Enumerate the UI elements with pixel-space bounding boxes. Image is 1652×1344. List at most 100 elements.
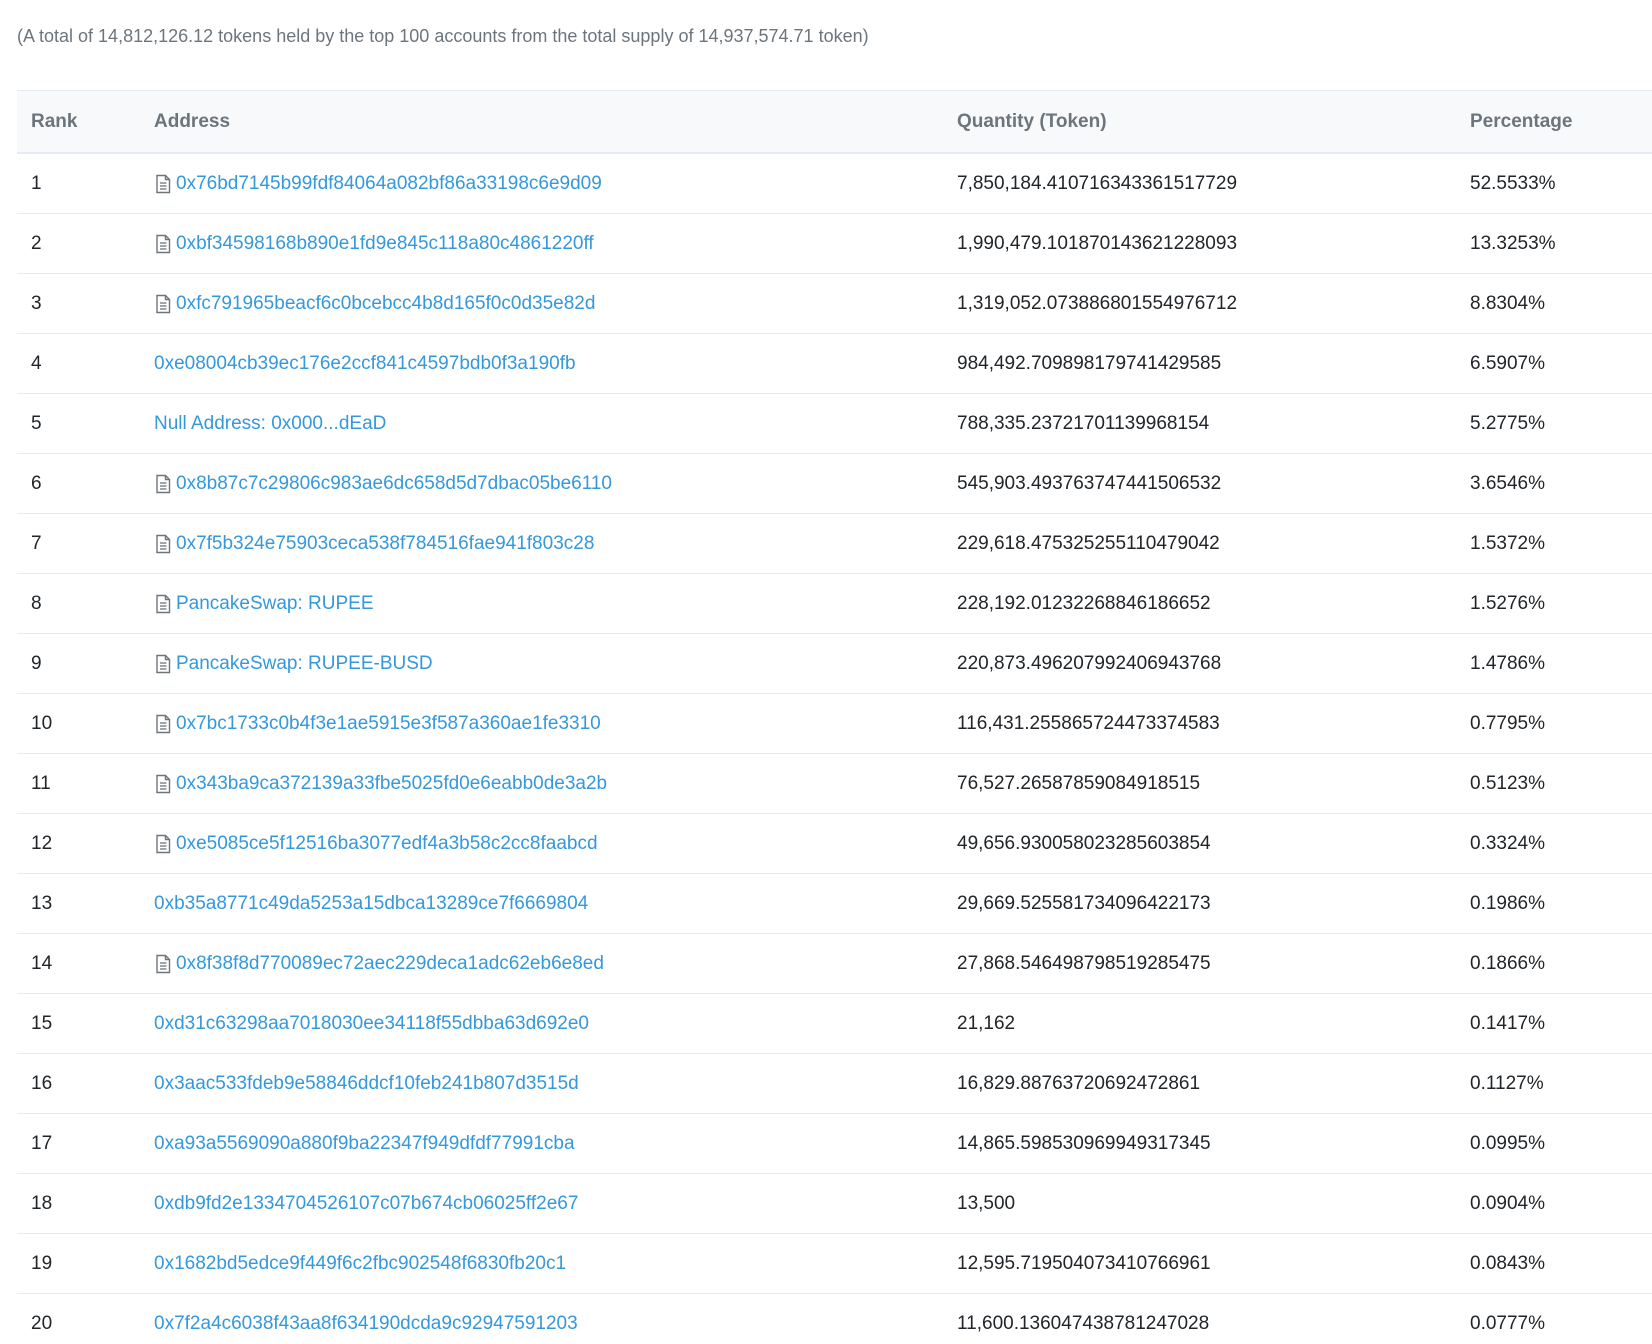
table-row: 2 0xbf34598168b890e1fd9e845c118a80c486122… xyxy=(17,214,1652,274)
quantity-cell: 13,500 xyxy=(957,1192,1016,1214)
address-link[interactable]: 0x8b87c7c29806c983ae6dc658d5d7dbac05be61… xyxy=(176,473,612,495)
address-link[interactable]: 0xb35a8771c49da5253a15dbca13289ce7f66698… xyxy=(154,893,588,915)
address-cell: PancakeSwap: RUPEE-BUSD xyxy=(154,634,433,693)
rank-cell: 13 xyxy=(31,892,53,914)
quantity-cell: 545,903.493763747441506532 xyxy=(957,472,1222,494)
percentage-cell: 52.5533% xyxy=(1470,172,1556,194)
document-icon xyxy=(154,654,172,674)
rank-cell: 6 xyxy=(31,472,42,494)
address-cell: Null Address: 0x000...dEaD xyxy=(154,394,386,453)
table-header: Rank Address Quantity (Token) Percentage xyxy=(17,90,1652,154)
rank-cell: 4 xyxy=(31,352,42,374)
holders-table: Rank Address Quantity (Token) Percentage… xyxy=(17,90,1652,1344)
address-link[interactable]: 0xa93a5569090a880f9ba22347f949dfdf77991c… xyxy=(154,1133,575,1155)
address-link[interactable]: 0x76bd7145b99fdf84064a082bf86a33198c6e9d… xyxy=(176,173,602,195)
quantity-cell: 229,618.475325255110479042 xyxy=(957,532,1220,554)
address-link[interactable]: 0xbf34598168b890e1fd9e845c118a80c4861220… xyxy=(176,233,594,255)
address-link[interactable]: 0xdb9fd2e1334704526107c07b674cb06025ff2e… xyxy=(154,1193,578,1215)
rank-cell: 1 xyxy=(31,172,42,194)
percentage-cell: 0.0777% xyxy=(1470,1312,1546,1334)
document-icon xyxy=(154,234,172,254)
address-link[interactable]: 0x3aac533fdeb9e58846ddcf10feb241b807d351… xyxy=(154,1073,579,1095)
table-row: 15 0xd31c63298aa7018030ee34118f55dbba63d6… xyxy=(17,994,1652,1054)
address-cell: 0x7f5b324e75903ceca538f784516fae941f803c… xyxy=(154,514,594,573)
address-link[interactable]: PancakeSwap: RUPEE xyxy=(176,593,374,615)
percentage-cell: 0.3324% xyxy=(1470,832,1546,854)
address-cell: 0x7f2a4c6038f43aa8f634190dcda9c929475912… xyxy=(154,1294,578,1344)
table-row: 17 0xa93a5569090a880f9ba22347f949dfdf7799… xyxy=(17,1114,1652,1174)
rank-cell: 17 xyxy=(31,1132,53,1154)
address-cell: 0x8b87c7c29806c983ae6dc658d5d7dbac05be61… xyxy=(154,454,612,513)
quantity-cell: 21,162 xyxy=(957,1012,1016,1034)
quantity-cell: 76,527.26587859084918515 xyxy=(957,772,1201,794)
rank-cell: 2 xyxy=(31,232,42,254)
rank-cell: 11 xyxy=(31,772,51,794)
table-row: 11 0x343ba9ca372139a33fbe5025fd0e6eabb0de… xyxy=(17,754,1652,814)
address-link[interactable]: 0xd31c63298aa7018030ee34118f55dbba63d692… xyxy=(154,1013,589,1035)
header-address: Address xyxy=(154,110,231,132)
document-icon xyxy=(154,174,172,194)
header-percentage: Percentage xyxy=(1470,110,1573,132)
address-link[interactable]: 0x7bc1733c0b4f3e1ae5915e3f587a360ae1fe33… xyxy=(176,713,601,735)
address-link[interactable]: PancakeSwap: RUPEE-BUSD xyxy=(176,653,433,675)
document-icon xyxy=(154,954,172,974)
table-row: 9 PancakeSwap: RUPEE-BUSD 220,873.49620799… xyxy=(17,634,1652,694)
rank-cell: 10 xyxy=(31,712,53,734)
quantity-cell: 27,868.546498798519285475 xyxy=(957,952,1211,974)
address-cell: 0xdb9fd2e1334704526107c07b674cb06025ff2e… xyxy=(154,1174,578,1233)
rank-cell: 3 xyxy=(31,292,42,314)
percentage-cell: 0.1417% xyxy=(1470,1012,1546,1034)
document-icon xyxy=(154,774,172,794)
address-cell: 0xd31c63298aa7018030ee34118f55dbba63d692… xyxy=(154,994,589,1053)
document-icon xyxy=(154,294,172,314)
table-row: 5 Null Address: 0x000...dEaD 788,335.23721… xyxy=(17,394,1652,454)
table-row: 10 0x7bc1733c0b4f3e1ae5915e3f587a360ae1fe… xyxy=(17,694,1652,754)
document-icon xyxy=(154,834,172,854)
percentage-cell: 6.5907% xyxy=(1470,352,1546,374)
rank-cell: 20 xyxy=(31,1312,53,1334)
quantity-cell: 29,669.525581734096422173 xyxy=(957,892,1211,914)
table-row: 8 PancakeSwap: RUPEE 228,192.0123226884618… xyxy=(17,574,1652,634)
percentage-cell: 0.1866% xyxy=(1470,952,1546,974)
quantity-cell: 228,192.01232268846186652 xyxy=(957,592,1211,614)
rank-cell: 9 xyxy=(31,652,42,674)
percentage-cell: 0.0995% xyxy=(1470,1132,1546,1154)
table-row: 12 0xe5085ce5f12516ba3077edf4a3b58c2cc8fa… xyxy=(17,814,1652,874)
address-link[interactable]: 0xe08004cb39ec176e2ccf841c4597bdb0f3a190… xyxy=(154,353,576,375)
address-link[interactable]: 0x1682bd5edce9f449f6c2fbc902548f6830fb20… xyxy=(154,1253,566,1275)
address-link[interactable]: 0xfc791965beacf6c0bcebcc4b8d165f0c0d35e8… xyxy=(176,293,595,315)
table-row: 20 0x7f2a4c6038f43aa8f634190dcda9c9294759… xyxy=(17,1294,1652,1344)
address-cell: 0x1682bd5edce9f449f6c2fbc902548f6830fb20… xyxy=(154,1234,566,1293)
address-cell: PancakeSwap: RUPEE xyxy=(154,574,374,633)
document-icon xyxy=(154,534,172,554)
table-row: 7 0x7f5b324e75903ceca538f784516fae941f803… xyxy=(17,514,1652,574)
holders-summary: (A total of 14,812,126.12 tokens held by… xyxy=(17,26,869,46)
percentage-cell: 1.5372% xyxy=(1470,532,1546,554)
document-icon xyxy=(154,594,172,614)
table-row: 13 0xb35a8771c49da5253a15dbca13289ce7f666… xyxy=(17,874,1652,934)
address-link[interactable]: 0x7f5b324e75903ceca538f784516fae941f803c… xyxy=(176,533,594,555)
table-row: 3 0xfc791965beacf6c0bcebcc4b8d165f0c0d35e… xyxy=(17,274,1652,334)
quantity-cell: 116,431.255865724473374583 xyxy=(957,712,1220,734)
address-cell: 0xe08004cb39ec176e2ccf841c4597bdb0f3a190… xyxy=(154,334,576,393)
percentage-cell: 1.4786% xyxy=(1470,652,1546,674)
rank-cell: 16 xyxy=(31,1072,53,1094)
table-row: 14 0x8f38f8d770089ec72aec229deca1adc62eb6… xyxy=(17,934,1652,994)
address-cell: 0x76bd7145b99fdf84064a082bf86a33198c6e9d… xyxy=(154,154,602,213)
quantity-cell: 14,865.598530969949317345 xyxy=(957,1132,1211,1154)
percentage-cell: 0.1127% xyxy=(1470,1072,1544,1094)
address-cell: 0x3aac533fdeb9e58846ddcf10feb241b807d351… xyxy=(154,1054,579,1113)
address-link[interactable]: 0xe5085ce5f12516ba3077edf4a3b58c2cc8faab… xyxy=(176,833,598,855)
table-row: 6 0x8b87c7c29806c983ae6dc658d5d7dbac05be6… xyxy=(17,454,1652,514)
address-link[interactable]: 0x8f38f8d770089ec72aec229deca1adc62eb6e8… xyxy=(176,953,604,975)
quantity-cell: 49,656.930058023285603854 xyxy=(957,832,1211,854)
address-link[interactable]: 0x7f2a4c6038f43aa8f634190dcda9c929475912… xyxy=(154,1313,578,1335)
quantity-cell: 1,990,479.101870143621228093 xyxy=(957,232,1238,254)
rank-cell: 18 xyxy=(31,1192,53,1214)
rank-cell: 14 xyxy=(31,952,53,974)
address-link[interactable]: Null Address: 0x000...dEaD xyxy=(154,413,386,435)
address-link[interactable]: 0x343ba9ca372139a33fbe5025fd0e6eabb0de3a… xyxy=(176,773,607,795)
table-row: 19 0x1682bd5edce9f449f6c2fbc902548f6830fb… xyxy=(17,1234,1652,1294)
table-body: 1 0x76bd7145b99fdf84064a082bf86a33198c6e9… xyxy=(17,154,1652,1344)
rank-cell: 19 xyxy=(31,1252,53,1274)
